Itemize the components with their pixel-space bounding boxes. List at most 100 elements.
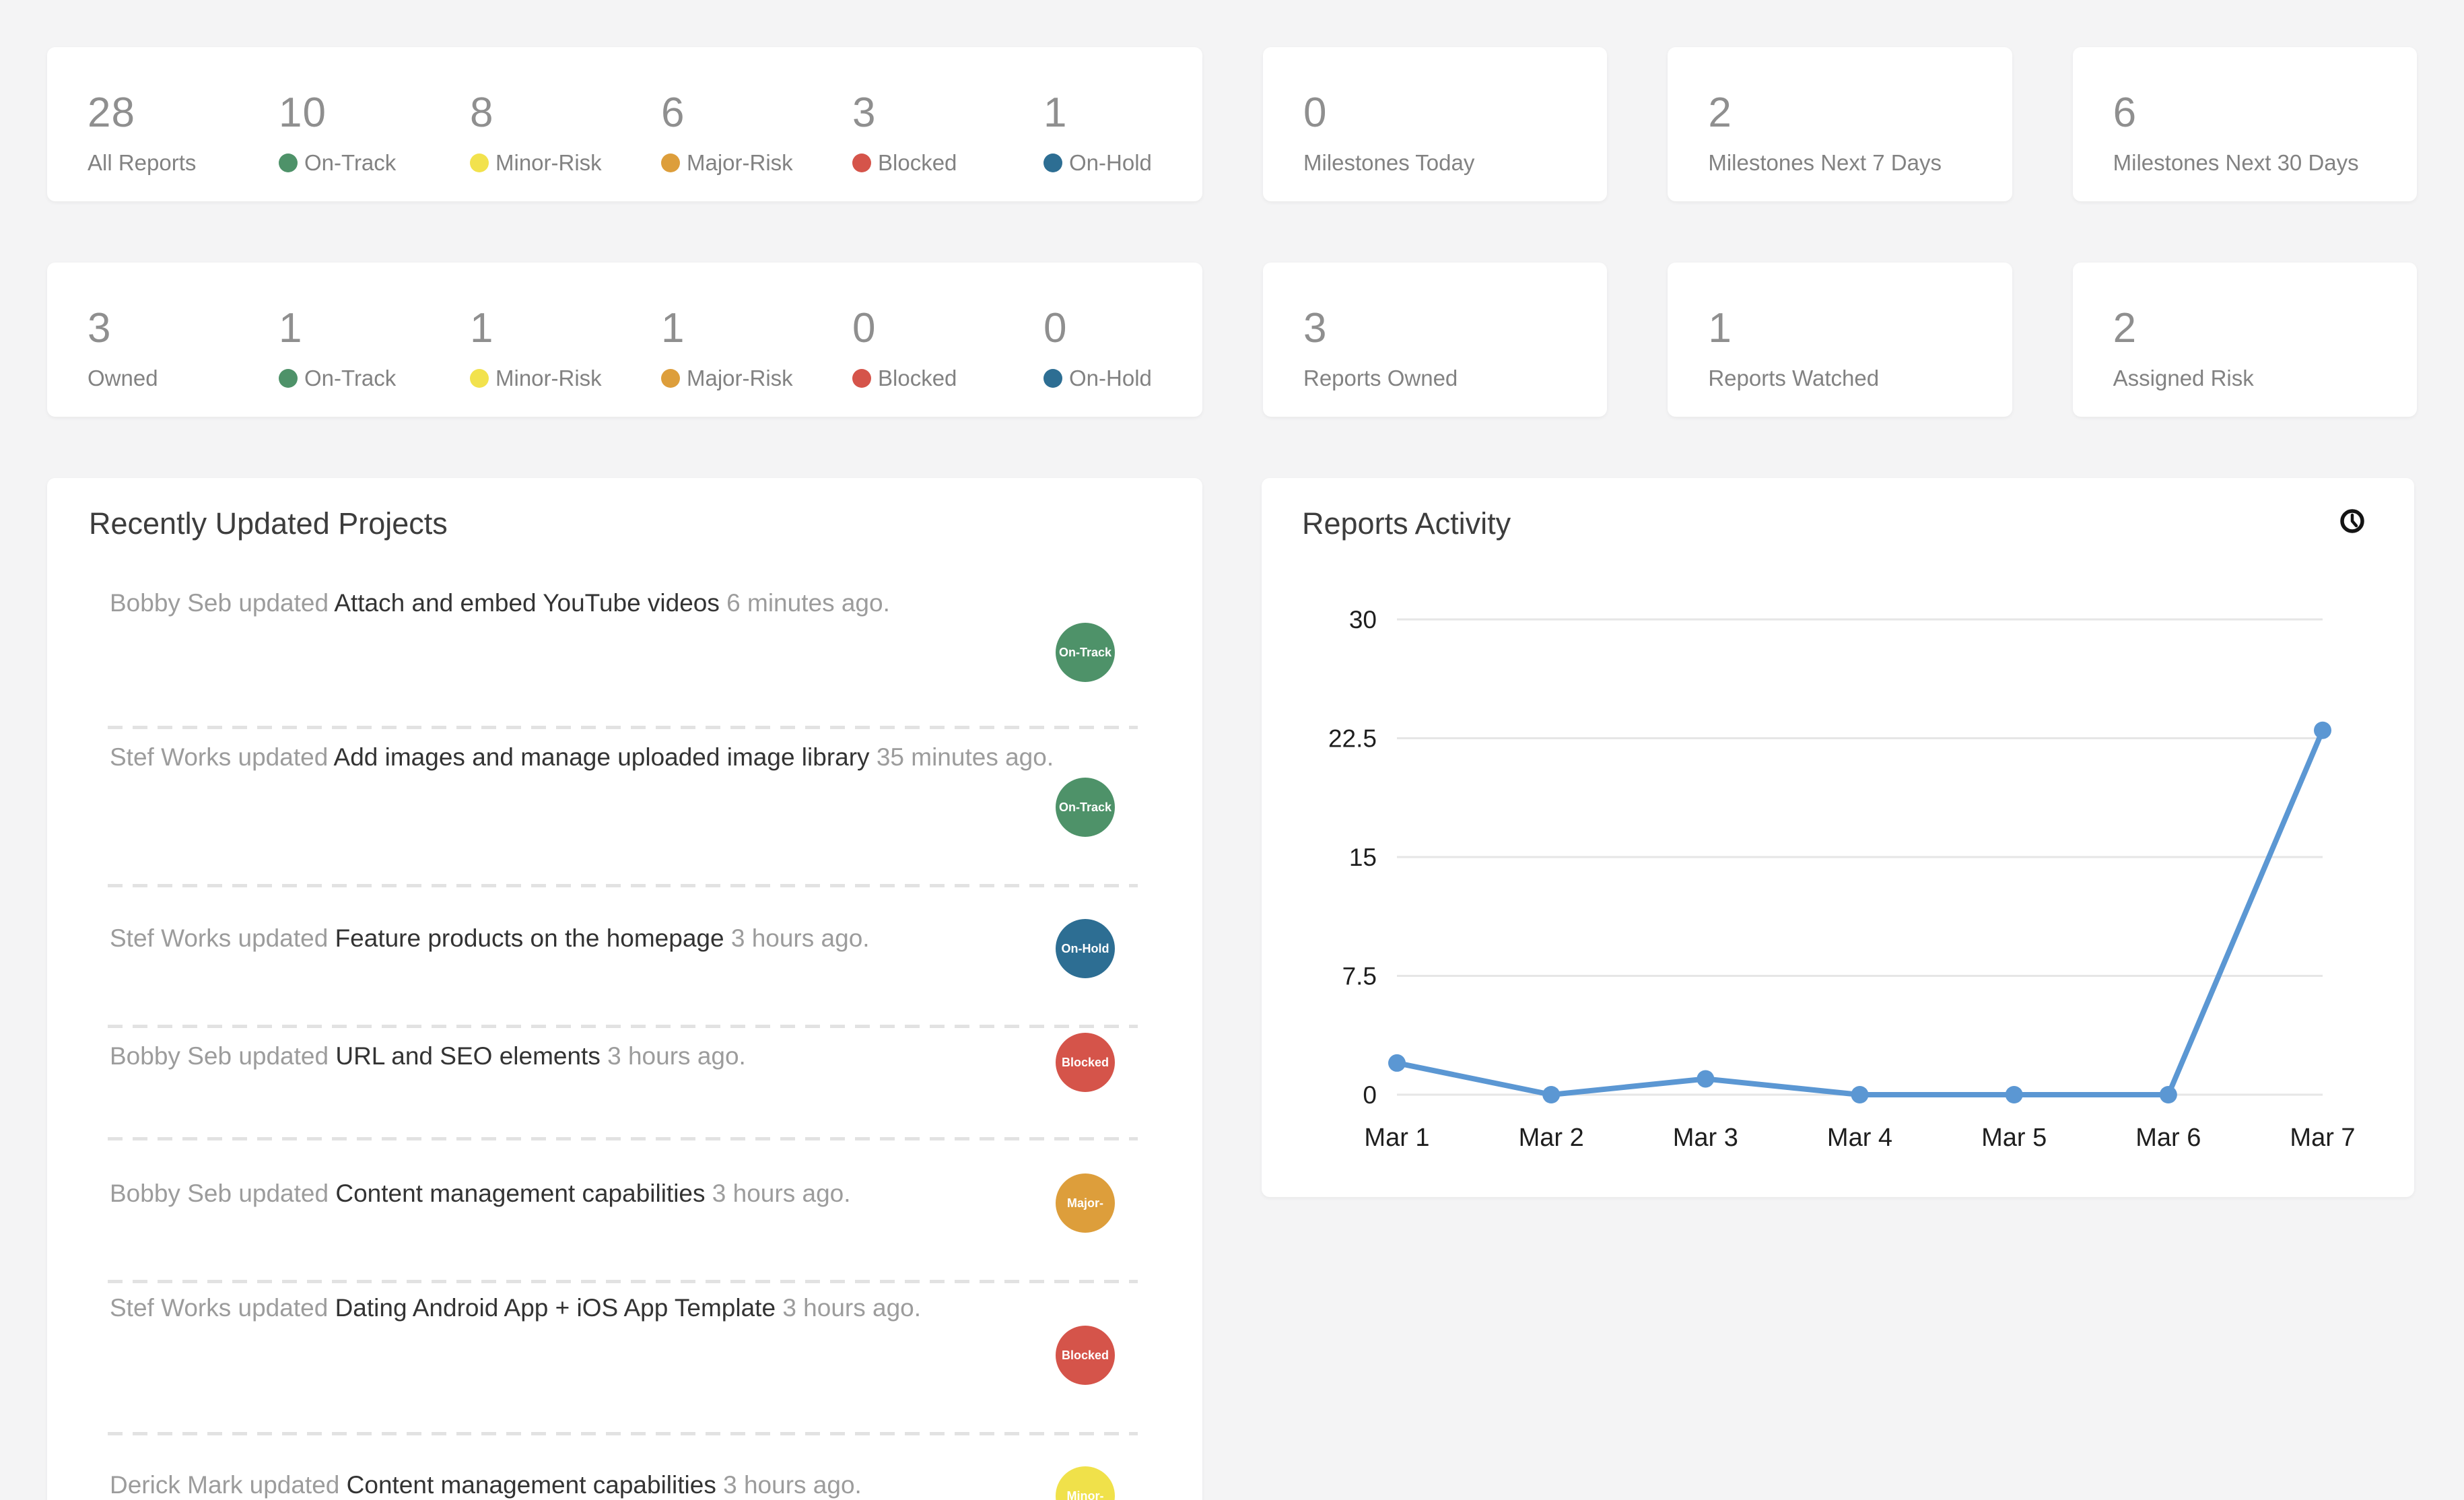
svg-text:Mar 4: Mar 4 xyxy=(1827,1124,1892,1152)
project-link[interactable]: Content management capabilities xyxy=(347,1471,716,1499)
activity-item[interactable]: Stef Works updated Dating Android App + … xyxy=(110,1293,1054,1324)
blocked-status-dot xyxy=(852,369,871,388)
reports-owned-card[interactable]: 3 Reports Owned xyxy=(1263,263,1607,417)
clock-icon-glyph xyxy=(2339,508,2366,535)
stat-value: 8 xyxy=(470,90,661,136)
user-name: Derick Mark xyxy=(110,1471,242,1499)
assigned-risk-card[interactable]: 2 Assigned Risk xyxy=(2073,263,2417,417)
stat-label: Reports Owned xyxy=(1303,365,1458,392)
stat-value: 3 xyxy=(1303,306,1607,351)
status-badge: On-Hold xyxy=(1056,919,1115,978)
timestamp: 3 hours ago. xyxy=(712,1180,851,1207)
blocked-status-dot xyxy=(852,154,871,172)
action-word: updated xyxy=(238,1294,329,1322)
action-word: updated xyxy=(250,1471,340,1499)
stat-on-track: 1 On-Track xyxy=(279,306,470,417)
minor-risk-status-dot xyxy=(470,369,489,388)
major-risk-status-dot xyxy=(661,154,680,172)
activity-item[interactable]: Derick Mark updated Content management c… xyxy=(110,1470,1054,1500)
stat-all-reports: 28 All Reports xyxy=(88,90,279,201)
clock-icon[interactable] xyxy=(2339,508,2366,535)
stat-major-risk: 6 Major-Risk xyxy=(661,90,852,201)
timestamp: 3 hours ago. xyxy=(731,924,870,952)
stat-value: 10 xyxy=(279,90,470,136)
stat-label: Minor-Risk xyxy=(495,365,602,392)
stat-value: 6 xyxy=(2113,90,2417,136)
stat-label: Milestones Today xyxy=(1303,149,1474,176)
stat-on-hold: 1 On-Hold xyxy=(1043,90,1235,201)
stat-label: Minor-Risk xyxy=(495,149,602,176)
status-badge: On-Track xyxy=(1056,778,1115,837)
minor-risk-status-dot xyxy=(470,154,489,172)
action-word: updated xyxy=(238,1180,329,1207)
project-link[interactable]: Attach and embed YouTube videos xyxy=(334,589,720,617)
stat-label: Major-Risk xyxy=(687,365,793,392)
timestamp: 35 minutes ago. xyxy=(877,743,1054,771)
reports-watched-card[interactable]: 1 Reports Watched xyxy=(1668,263,2012,417)
svg-text:22.5: 22.5 xyxy=(1328,725,1377,753)
stat-value: 2 xyxy=(1708,90,2012,136)
divider xyxy=(108,1137,1138,1140)
stat-value: 0 xyxy=(1043,306,1235,351)
timestamp: 6 minutes ago. xyxy=(726,589,890,617)
on-track-status-dot xyxy=(279,369,298,388)
summary-row-owned: 3 Owned 1 On-Track 1 Minor-Risk 1 Major-… xyxy=(47,263,2417,417)
timestamp: 3 hours ago. xyxy=(782,1294,921,1322)
major-risk-status-dot xyxy=(661,369,680,388)
divider xyxy=(108,726,1138,729)
timestamp: 3 hours ago. xyxy=(607,1042,746,1070)
activity-item[interactable]: Stef Works updated Feature products on t… xyxy=(110,923,1054,954)
action-word: updated xyxy=(238,589,329,617)
activity-item[interactable]: Bobby Seb updated Content management cap… xyxy=(110,1178,1054,1209)
stat-label: Blocked xyxy=(878,365,957,392)
stat-label: Assigned Risk xyxy=(2113,365,2254,392)
stat-value: 3 xyxy=(852,90,1043,136)
stat-value: 28 xyxy=(88,90,279,136)
summary-row-all: 28 All Reports 10 On-Track 8 Minor-Risk … xyxy=(47,47,2417,201)
activity-item[interactable]: Stef Works updated Add images and manage… xyxy=(110,742,1054,773)
user-name: Stef Works xyxy=(110,924,231,952)
svg-text:Mar 7: Mar 7 xyxy=(2290,1124,2355,1152)
user-name: Stef Works xyxy=(110,743,231,771)
stat-minor-risk: 8 Minor-Risk xyxy=(470,90,661,201)
milestones-today-card[interactable]: 0 Milestones Today xyxy=(1263,47,1607,201)
on-track-status-dot xyxy=(279,154,298,172)
all-reports-summary-card[interactable]: 28 All Reports 10 On-Track 8 Minor-Risk … xyxy=(47,47,1202,201)
stat-blocked: 0 Blocked xyxy=(852,306,1043,417)
project-link[interactable]: URL and SEO elements xyxy=(335,1042,601,1070)
stat-value: 2 xyxy=(2113,306,2417,351)
action-word: updated xyxy=(238,1042,329,1070)
on-hold-status-dot xyxy=(1043,369,1062,388)
divider xyxy=(108,1432,1138,1435)
stat-minor-risk: 1 Minor-Risk xyxy=(470,306,661,417)
timestamp: 3 hours ago. xyxy=(723,1471,862,1499)
milestones-next-30-days-card[interactable]: 6 Milestones Next 30 Days xyxy=(2073,47,2417,201)
stat-blocked: 3 Blocked xyxy=(852,90,1043,201)
project-link[interactable]: Add images and manage uploaded image lib… xyxy=(334,743,870,771)
stat-label: Milestones Next 30 Days xyxy=(2113,149,2359,176)
svg-text:Mar 2: Mar 2 xyxy=(1519,1124,1584,1152)
dashboard-page: 28 All Reports 10 On-Track 8 Minor-Risk … xyxy=(0,0,2464,1500)
project-link[interactable]: Content management capabilities xyxy=(335,1180,705,1207)
stat-label: Milestones Next 7 Days xyxy=(1708,149,1942,176)
stat-value: 1 xyxy=(470,306,661,351)
action-word: updated xyxy=(238,743,329,771)
project-link[interactable]: Feature products on the homepage xyxy=(335,924,724,952)
stat-label: On-Hold xyxy=(1069,149,1152,176)
recently-updated-projects-title: Recently Updated Projects xyxy=(89,506,448,541)
owned-summary-card[interactable]: 3 Owned 1 On-Track 1 Minor-Risk 1 Major-… xyxy=(47,263,1202,417)
activity-item[interactable]: Bobby Seb updated URL and SEO elements 3… xyxy=(110,1041,1054,1072)
stat-value: 6 xyxy=(661,90,852,136)
milestones-next-7-days-card[interactable]: 2 Milestones Next 7 Days xyxy=(1668,47,2012,201)
stat-label: Reports Watched xyxy=(1708,365,1879,392)
divider xyxy=(108,884,1138,887)
divider xyxy=(108,1025,1138,1028)
status-badge: Major- xyxy=(1056,1173,1115,1233)
stat-label: On-Hold xyxy=(1069,365,1152,392)
project-link[interactable]: Dating Android App + iOS App Template xyxy=(335,1294,776,1322)
activity-item[interactable]: Bobby Seb updated Attach and embed YouTu… xyxy=(110,588,1054,619)
stat-label: All Reports xyxy=(88,149,196,176)
main-content-row: Recently Updated Projects Bobby Seb upda… xyxy=(47,478,2417,1500)
stat-value: 3 xyxy=(88,306,279,351)
reports-activity-title: Reports Activity xyxy=(1302,506,1511,541)
